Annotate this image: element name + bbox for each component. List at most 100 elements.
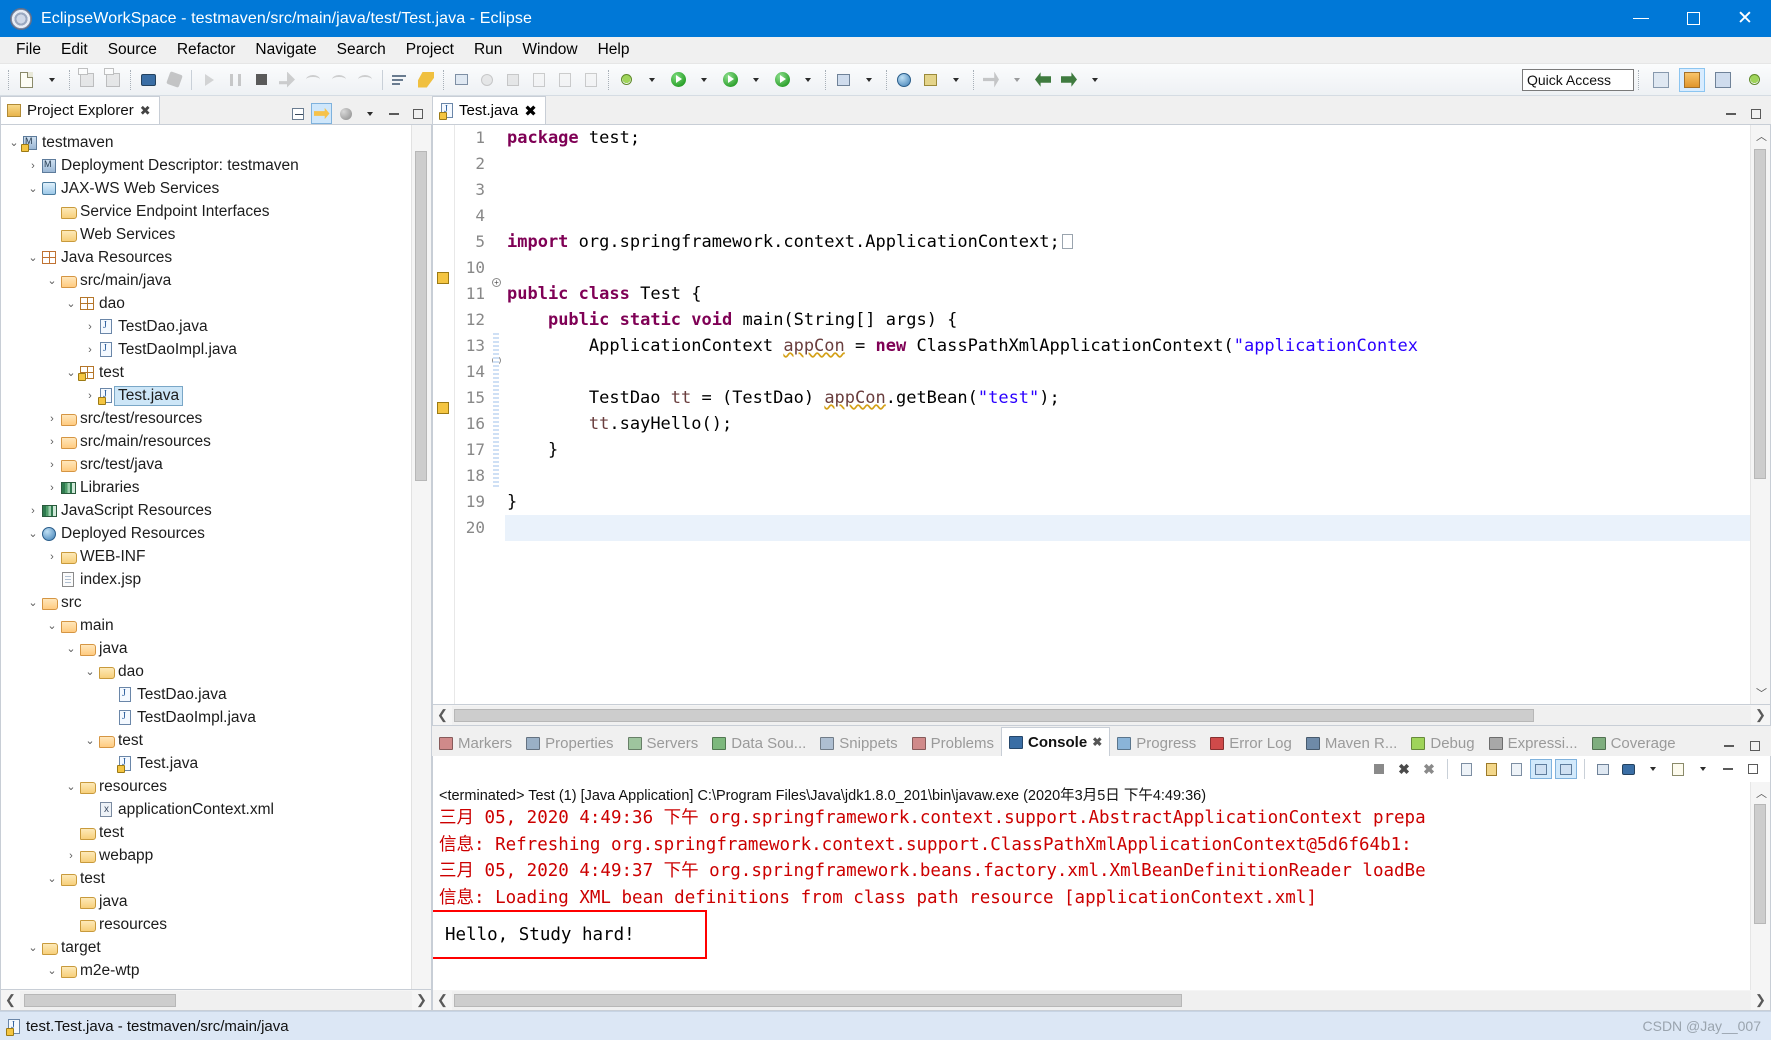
quick-access-input[interactable] xyxy=(1522,68,1634,91)
menu-item-source[interactable]: Source xyxy=(98,38,167,62)
debug-dropdown-arrow[interactable] xyxy=(640,68,664,92)
maximize-view-button[interactable] xyxy=(407,103,428,124)
project-tree-container[interactable]: ⌄testmaven›Deployment Descriptor: testma… xyxy=(0,124,432,990)
show-console-on-error-button[interactable] xyxy=(1555,759,1577,779)
maximize-console-tabs-button[interactable] xyxy=(1744,736,1766,756)
chevron-down-icon[interactable]: ⌄ xyxy=(83,734,97,747)
tree-horizontal-scrollbar[interactable]: ❮ ❯ xyxy=(0,990,432,1011)
suspend-button[interactable] xyxy=(223,68,247,92)
console-hscroll-thumb[interactable] xyxy=(454,993,1182,1007)
remove-launch-button[interactable]: ✖ xyxy=(1393,759,1415,779)
maximize-console-button[interactable] xyxy=(1742,759,1764,779)
editor-text-area[interactable]: package test; import org.springframework… xyxy=(505,125,1750,704)
resume-button[interactable] xyxy=(197,68,221,92)
scroll-lock-button[interactable] xyxy=(1480,759,1502,779)
drop-to-frame-button[interactable] xyxy=(353,68,377,92)
tab-progress[interactable]: Progress xyxy=(1110,730,1203,756)
chevron-down-icon[interactable]: ⌄ xyxy=(26,251,40,264)
perspective-web-icon[interactable] xyxy=(1710,68,1736,92)
menu-item-help[interactable]: Help xyxy=(588,38,640,62)
chevron-right-icon[interactable]: › xyxy=(45,413,59,425)
scroll-left-icon[interactable]: ❮ xyxy=(1,991,20,1010)
collapse-all-button[interactable] xyxy=(287,103,308,124)
scroll-left-icon[interactable]: ❮ xyxy=(433,706,452,725)
chevron-down-icon[interactable]: ⌄ xyxy=(7,136,21,149)
tree-item-deployed-resources[interactable]: ⌄ Deployed Resources xyxy=(1,522,431,545)
tab-console[interactable]: Console ✖ xyxy=(1001,727,1111,756)
new-class-button[interactable] xyxy=(475,68,499,92)
menu-item-window[interactable]: Window xyxy=(512,38,587,62)
code-line[interactable]: } xyxy=(505,489,1750,515)
tab-debug[interactable]: Debug xyxy=(1404,730,1481,756)
minimize-view-button[interactable] xyxy=(383,103,404,124)
new-server-dropdown-arrow[interactable] xyxy=(857,68,881,92)
code-line[interactable]: package test; xyxy=(505,125,1750,151)
chevron-down-icon[interactable]: ⌄ xyxy=(45,619,59,632)
tab-data-sou[interactable]: Data Sou... xyxy=(705,730,813,756)
chevron-down-icon[interactable]: ⌄ xyxy=(64,366,78,379)
tree-item-testdaoimpl-java[interactable]: › TestDaoImpl.java xyxy=(1,338,431,361)
previous-edit-location-button[interactable] xyxy=(979,68,1003,92)
tree-item-src[interactable]: ⌄ src xyxy=(1,591,431,614)
editor-hscroll-track[interactable] xyxy=(452,705,1751,725)
tree-item-test-java[interactable]: Test.java xyxy=(1,752,431,775)
chevron-right-icon[interactable]: › xyxy=(45,551,59,563)
chevron-right-icon[interactable]: › xyxy=(45,482,59,494)
menu-item-edit[interactable]: Edit xyxy=(51,38,98,62)
tree-hscroll-thumb[interactable] xyxy=(24,993,176,1007)
code-line[interactable] xyxy=(505,359,1750,385)
tree-item-test[interactable]: ⌄ test xyxy=(1,867,431,890)
scroll-right-icon[interactable]: ❯ xyxy=(1751,706,1770,725)
tree-item-java-resources[interactable]: ⌄ Java Resources xyxy=(1,246,431,269)
step-return-button[interactable] xyxy=(327,68,351,92)
tree-item-service-endpoint-interfaces[interactable]: Service Endpoint Interfaces xyxy=(1,200,431,223)
tree-item-webapp[interactable]: › webapp xyxy=(1,844,431,867)
coverage-button[interactable] xyxy=(770,68,794,92)
open-console-button[interactable] xyxy=(136,68,160,92)
code-line[interactable]: import org.springframework.context.Appli… xyxy=(505,229,1750,255)
tree-item-testmaven[interactable]: ⌄ testmaven xyxy=(1,131,431,154)
maximize-button[interactable] xyxy=(1667,0,1719,37)
code-line[interactable] xyxy=(505,203,1750,229)
open-perspective-button[interactable] xyxy=(918,68,942,92)
tree-item-test[interactable]: ⌄ test xyxy=(1,361,431,384)
tab-project-explorer[interactable]: Project Explorer ✖ xyxy=(0,96,160,124)
tab-close-icon[interactable]: ✖ xyxy=(140,103,151,119)
new-java-package-button[interactable] xyxy=(449,68,473,92)
code-line[interactable]: ApplicationContext appCon = new ClassPat… xyxy=(505,333,1750,359)
tree-item-testdao-java[interactable]: TestDao.java xyxy=(1,683,431,706)
tree-hscroll-track[interactable] xyxy=(20,990,412,1010)
run-dropdown-arrow[interactable] xyxy=(692,68,716,92)
clear-console-button[interactable] xyxy=(1455,759,1477,779)
menu-item-run[interactable]: Run xyxy=(464,38,512,62)
chevron-down-icon[interactable]: ⌄ xyxy=(45,964,59,977)
console-output-area[interactable]: <terminated> Test (1) [Java Application]… xyxy=(432,782,1771,990)
chevron-down-icon[interactable]: ⌄ xyxy=(26,182,40,195)
show-console-on-output-button[interactable] xyxy=(1530,759,1552,779)
code-line[interactable]: public class Test { xyxy=(505,281,1750,307)
close-button[interactable]: ✕ xyxy=(1719,0,1771,37)
link-with-editor-button[interactable] xyxy=(311,103,332,124)
code-line[interactable] xyxy=(505,255,1750,281)
new-server-button[interactable] xyxy=(831,68,855,92)
tree-item-web-inf[interactable]: › WEB-INF xyxy=(1,545,431,568)
tab-test-java[interactable]: Test.java ✖ xyxy=(432,96,546,124)
menu-item-refactor[interactable]: Refactor xyxy=(167,38,246,62)
warning-marker-line13[interactable] xyxy=(437,402,449,414)
scroll-up-icon[interactable]: ︿ xyxy=(1756,128,1767,144)
console-vertical-scrollbar[interactable]: ︿ xyxy=(1750,782,1770,990)
tab-coverage[interactable]: Coverage xyxy=(1585,730,1683,756)
tab-servers[interactable]: Servers xyxy=(621,730,706,756)
display-console-dropdown-arrow[interactable] xyxy=(1642,759,1664,779)
chevron-down-icon[interactable]: ⌄ xyxy=(26,941,40,954)
search-button[interactable] xyxy=(414,68,438,92)
run-external-tools-button[interactable] xyxy=(718,68,742,92)
tree-item-test[interactable]: test xyxy=(1,821,431,844)
tree-item-web-services[interactable]: Web Services xyxy=(1,223,431,246)
open-console-button[interactable] xyxy=(1667,759,1689,779)
tree-item-deployment-descriptor-testmaven[interactable]: › Deployment Descriptor: testmaven xyxy=(1,154,431,177)
toggle-breakpoint-button[interactable] xyxy=(162,68,186,92)
focus-on-active-task-button[interactable] xyxy=(335,103,356,124)
scroll-right-icon[interactable]: ❯ xyxy=(412,991,431,1010)
forward-history-dropdown-arrow[interactable] xyxy=(1005,68,1029,92)
